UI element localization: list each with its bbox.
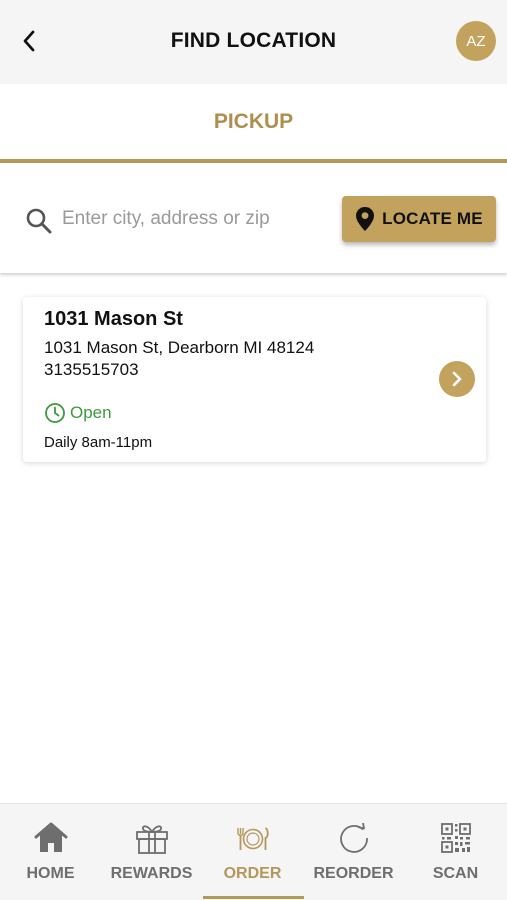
gift-icon — [135, 825, 168, 854]
location-address: 1031 Mason St, Dearborn MI 48124 — [44, 338, 315, 357]
locate-me-button[interactable]: LOCATE ME — [342, 196, 496, 242]
location-status: Open — [44, 402, 112, 424]
top-app-bar: FIND LOCATION AZ — [0, 0, 507, 84]
active-tab-indicator — [203, 896, 304, 899]
nav-item-home[interactable]: HOME — [0, 804, 101, 900]
refresh-icon — [339, 822, 368, 853]
map-pin-icon — [356, 207, 375, 231]
clock-icon — [45, 403, 65, 423]
plate-cutlery-icon — [236, 827, 269, 850]
nav-label-rewards: REWARDS — [110, 865, 193, 882]
nav-label-scan: SCAN — [432, 865, 479, 882]
tab-pickup[interactable]: PICKUP — [0, 84, 507, 163]
page-title: FIND LOCATION — [170, 29, 337, 52]
nav-label-reorder: REORDER — [313, 865, 394, 882]
search-panel: LOCATE ME — [0, 163, 507, 273]
chevron-right-icon — [452, 371, 462, 387]
location-details-button[interactable] — [439, 361, 475, 397]
location-hours: Daily 8am-11pm — [44, 434, 153, 451]
search-input[interactable] — [62, 199, 332, 239]
search-icon — [26, 208, 52, 234]
location-phone: 3135515703 — [44, 360, 139, 379]
location-name: 1031 Mason St — [44, 308, 183, 330]
nav-item-rewards[interactable]: REWARDS — [101, 804, 202, 900]
nav-item-order[interactable]: ORDER — [202, 804, 303, 900]
qr-code-icon — [440, 823, 471, 853]
avatar[interactable]: AZ — [456, 21, 496, 61]
nav-item-scan[interactable]: SCAN — [405, 804, 506, 900]
nav-item-reorder[interactable]: REORDER — [303, 804, 404, 900]
location-card[interactable]: 1031 Mason St 1031 Mason St, Dearborn MI… — [23, 297, 486, 462]
nav-label-order: ORDER — [223, 865, 282, 882]
bottom-nav: HOME REWARDS ORDER REORDER SCAN — [0, 803, 507, 900]
home-icon — [34, 822, 67, 852]
nav-label-home: HOME — [26, 865, 75, 882]
status-label: Open — [70, 403, 112, 422]
locate-me-label: LOCATE ME — [382, 209, 483, 228]
